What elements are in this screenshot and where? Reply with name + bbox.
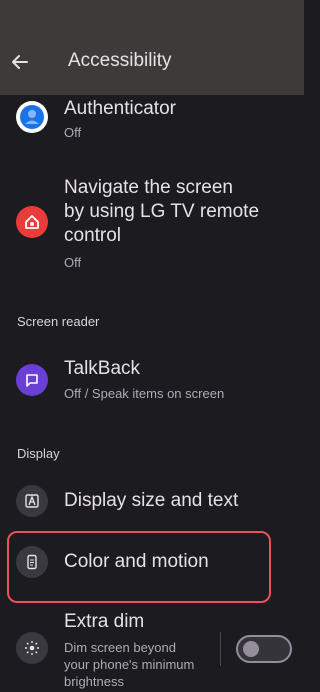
extra-dim-toggle[interactable] (236, 635, 292, 663)
list-item-color-and-motion[interactable]: Color and motion (0, 541, 304, 583)
lg-tv-summary: Off (64, 255, 82, 270)
talkback-title: TalkBack (64, 358, 141, 379)
toggle-knob (243, 641, 259, 657)
list-item-talkback[interactable]: TalkBack Off / Speak items on screen (0, 355, 304, 407)
list-item-lg-tv-remote[interactable]: Navigate the screen by using LG TV remot… (0, 172, 304, 277)
brightness-icon (16, 632, 48, 664)
extra-dim-title: Extra dim (64, 611, 145, 632)
lg-tv-title-line-1: Navigate the screen (64, 177, 233, 198)
talkback-icon (16, 364, 48, 396)
list-item-display-size[interactable]: Display size and text (0, 480, 304, 522)
section-header-screen-reader: Screen reader (17, 314, 100, 329)
phone-icon (16, 546, 48, 578)
arrow-left-icon[interactable] (10, 52, 30, 72)
display-size-title: Display size and text (64, 490, 239, 511)
home-remote-icon (16, 206, 48, 238)
authenticator-title: Authenticator (64, 98, 176, 119)
list-item-authenticator[interactable]: Authenticator Off (0, 95, 304, 153)
authenticator-icon (16, 101, 48, 133)
page-title: Accessibility (68, 50, 172, 71)
app-bar: Accessibility (0, 0, 304, 95)
section-header-display: Display (17, 446, 60, 461)
extra-dim-summary-line-3: brightness (64, 674, 124, 689)
color-motion-title: Color and motion (64, 551, 209, 572)
lg-tv-title-line-2: by using LG TV remote (64, 201, 260, 222)
divider (220, 632, 221, 666)
text-size-icon (16, 485, 48, 517)
talkback-summary: Off / Speak items on screen (64, 386, 225, 401)
lg-tv-title-line-3: control (64, 225, 122, 246)
extra-dim-summary-line-2: your phone's minimum (64, 657, 195, 672)
extra-dim-summary-line-1: Dim screen beyond (64, 640, 176, 655)
authenticator-summary: Off (64, 125, 82, 140)
